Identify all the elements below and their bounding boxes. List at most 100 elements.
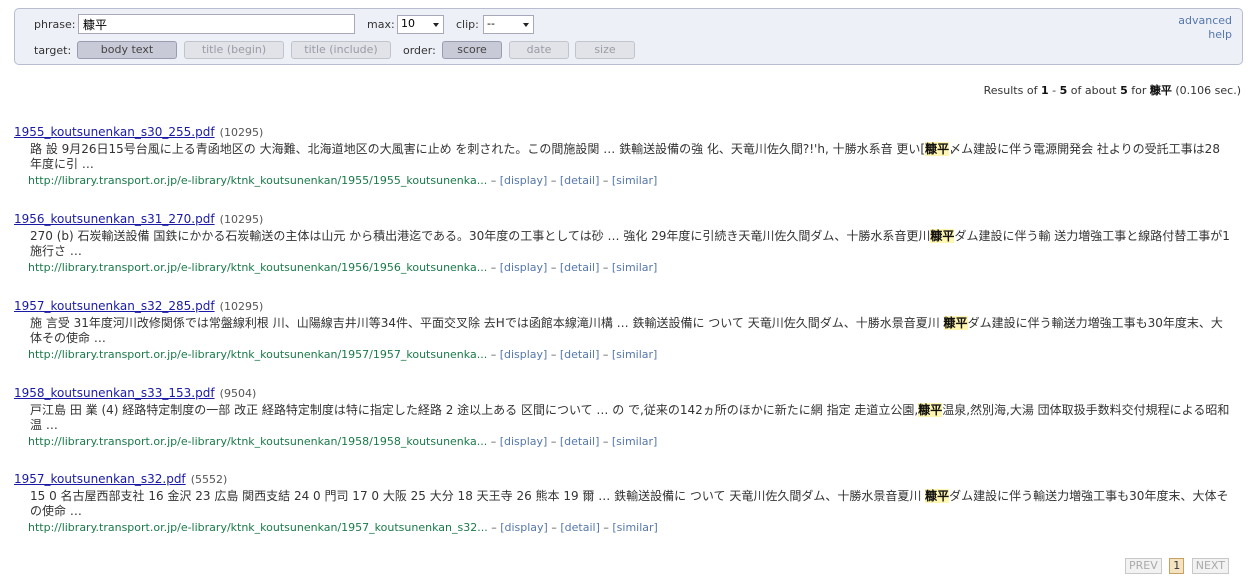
snippet-text: 路 設 9月26日15号台風に上る青函地区の 大海難、北海道地区の大風害に止め … [30, 142, 926, 156]
clip-label: clip: [456, 18, 479, 31]
clip-select-value: -- [487, 17, 495, 30]
result-item: 1957_koutsunenkan_s32_285.pdf (10295) 施 … [14, 295, 1229, 361]
separator: – [602, 174, 609, 187]
order-score-button[interactable]: score [442, 41, 502, 59]
result-title-link[interactable]: 1955_koutsunenkan_s30_255.pdf [14, 125, 215, 139]
result-url: http://library.transport.or.jp/e-library… [28, 174, 488, 187]
similar-link[interactable]: [similar] [612, 435, 657, 448]
similar-link[interactable]: [similar] [612, 521, 657, 534]
result-snippet: 15 0 名古屋西部支社 16 金沢 23 広島 関西支結 24 0 門司 17… [30, 489, 1230, 519]
summary-of-about: of about [1070, 84, 1117, 97]
order-date-button[interactable]: date [509, 41, 569, 59]
result-title-link[interactable]: 1958_koutsunenkan_s33_153.pdf [14, 386, 215, 400]
result-url: http://library.transport.or.jp/e-library… [28, 521, 488, 534]
snippet-text: 施 言受 31年度河川改修関係では常盤線利根 川、山陽線吉井川等34件、平面交叉… [30, 316, 944, 330]
result-snippet: 施 言受 31年度河川改修関係では常盤線利根 川、山陽線吉井川等34件、平面交叉… [30, 316, 1230, 346]
clip-select[interactable]: -- [483, 15, 534, 34]
target-body-text-button[interactable]: body text [77, 41, 177, 59]
max-select[interactable]: 10 [397, 15, 444, 34]
display-link[interactable]: [display] [500, 174, 548, 187]
result-url-line: http://library.transport.or.jp/e-library… [28, 174, 1229, 187]
separator: – [603, 521, 609, 534]
separator: – [602, 435, 609, 448]
snippet-highlight: 糠平 [925, 142, 950, 156]
target-title-begin-button[interactable]: title (begin) [184, 41, 284, 59]
results-summary: Results of 1 - 5 of about 5 for 糠平 (0.10… [984, 82, 1241, 98]
target-label: target: [34, 44, 72, 57]
separator: – [490, 174, 497, 187]
separator: – [602, 348, 609, 361]
search-results-page: phrase: max: 10 clip: -- target: body te… [0, 0, 1259, 577]
result-url-line: http://library.transport.or.jp/e-library… [28, 521, 1229, 534]
snippet-highlight: 糠平 [925, 489, 950, 503]
display-link[interactable]: [display] [500, 435, 548, 448]
result-item: 1958_koutsunenkan_s33_153.pdf (9504) 戸江島… [14, 382, 1229, 448]
next-page-button[interactable]: NEXT [1191, 558, 1229, 574]
target-title-include-button[interactable]: title (include) [291, 41, 391, 59]
result-url-line: http://library.transport.or.jp/e-library… [28, 348, 1229, 361]
detail-link[interactable]: [detail] [560, 521, 600, 534]
summary-total: 5 [1120, 84, 1128, 97]
summary-end: 5 [1059, 84, 1068, 97]
result-size: (9504) [219, 387, 257, 400]
separator: – [490, 261, 497, 274]
summary-dash: - [1052, 84, 1057, 97]
summary-start: 1 [1040, 84, 1049, 97]
result-size: (5552) [190, 473, 228, 486]
separator: – [551, 521, 557, 534]
current-page: 1 [1169, 558, 1185, 574]
detail-link[interactable]: [detail] [560, 174, 600, 187]
search-form: phrase: max: 10 clip: -- target: body te… [14, 8, 1243, 65]
display-link[interactable]: [display] [500, 521, 548, 534]
separator: – [490, 435, 497, 448]
result-size: (10295) [219, 126, 264, 139]
order-size-button[interactable]: size [575, 41, 635, 59]
detail-link[interactable]: [detail] [560, 261, 600, 274]
order-label: order: [403, 44, 436, 57]
result-title-link[interactable]: 1957_koutsunenkan_s32_285.pdf [14, 299, 215, 313]
phrase-label: phrase: [34, 18, 76, 31]
prev-page-button[interactable]: PREV [1124, 558, 1162, 574]
summary-query: 糠平 [1149, 84, 1172, 97]
display-link[interactable]: [display] [500, 261, 548, 274]
result-url: http://library.transport.or.jp/e-library… [28, 348, 488, 361]
pagination: PREV 1 NEXT [1121, 558, 1229, 574]
separator: – [550, 348, 557, 361]
help-link[interactable]: help [1208, 28, 1232, 41]
detail-link[interactable]: [detail] [560, 348, 600, 361]
result-item: 1957_koutsunenkan_s32.pdf (5552) 15 0 名古… [14, 468, 1229, 534]
chevron-down-icon [433, 23, 439, 27]
separator: – [491, 521, 497, 534]
similar-link[interactable]: [similar] [612, 174, 657, 187]
snippet-highlight: 糠平 [943, 316, 968, 330]
snippet-text: 戸江島 田 業 (4) 経路特定制度の一部 改正 経路特定制度は特に指定した経路… [30, 403, 919, 417]
summary-prefix: Results of [983, 84, 1038, 97]
separator: – [602, 261, 609, 274]
result-title-link[interactable]: 1956_koutsunenkan_s31_270.pdf [14, 212, 215, 226]
separator: – [550, 174, 557, 187]
snippet-text: 15 0 名古屋西部支社 16 金沢 23 広島 関西支結 24 0 門司 17… [30, 489, 926, 503]
separator: – [550, 261, 557, 274]
advanced-link[interactable]: advanced [1178, 14, 1232, 27]
similar-link[interactable]: [similar] [612, 348, 657, 361]
snippet-highlight: 糠平 [930, 229, 955, 243]
result-title-link[interactable]: 1957_koutsunenkan_s32.pdf [14, 472, 186, 486]
result-item: 1956_koutsunenkan_s31_270.pdf (10295) 27… [14, 208, 1230, 274]
max-label: max: [367, 18, 395, 31]
result-url-line: http://library.transport.or.jp/e-library… [28, 435, 1229, 448]
phrase-input[interactable] [78, 14, 355, 34]
result-snippet: 270 (b) 石炭輸送設備 国鉄にかかる石炭輸送の主体は山元 から積出港迄であ… [30, 229, 1230, 259]
result-size: (10295) [219, 213, 264, 226]
similar-link[interactable]: [similar] [612, 261, 657, 274]
result-url: http://library.transport.or.jp/e-library… [28, 261, 488, 274]
result-snippet: 戸江島 田 業 (4) 経路特定制度の一部 改正 経路特定制度は特に指定した経路… [30, 403, 1230, 433]
result-url-line: http://library.transport.or.jp/e-library… [28, 261, 1229, 274]
summary-time: (0.106 sec.) [1175, 84, 1241, 97]
detail-link[interactable]: [detail] [560, 435, 600, 448]
result-snippet: 路 設 9月26日15号台風に上る青函地区の 大海難、北海道地区の大風害に止め … [30, 142, 1230, 172]
snippet-text: 270 (b) 石炭輸送設備 国鉄にかかる石炭輸送の主体は山元 から積出港迄であ… [30, 229, 931, 243]
separator: – [550, 435, 557, 448]
display-link[interactable]: [display] [500, 348, 548, 361]
result-size: (10295) [219, 300, 264, 313]
chevron-down-icon [523, 23, 529, 27]
